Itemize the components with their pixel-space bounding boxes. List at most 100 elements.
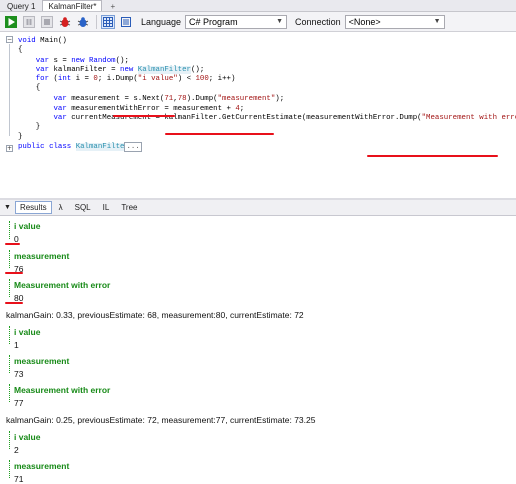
new-tab-button[interactable]: +: [103, 0, 122, 11]
dump-marker: [9, 431, 10, 449]
collapsed-region[interactable]: ...: [124, 142, 142, 152]
dump-value: 77: [14, 398, 24, 408]
code-line: var kalmanFilter = new KalmanFilter();: [18, 66, 204, 75]
collapse-panel-icon[interactable]: ▼: [4, 204, 11, 211]
dump-header[interactable]: i value: [14, 221, 40, 231]
code-token: KalmanFilte: [75, 143, 125, 151]
dump-header[interactable]: i value: [14, 432, 40, 442]
code-token: ();: [115, 57, 129, 65]
code-token: "i value": [137, 75, 178, 83]
dump-header[interactable]: i value: [14, 327, 40, 337]
code-token: public: [18, 143, 45, 151]
toolbar-separator: [96, 14, 97, 29]
toolbar: Language C# Program ▼ Connection <None> …: [0, 12, 516, 32]
dump-marker: [9, 384, 10, 402]
output-text: kalmanGain: 0.33, previousEstimate: 68, …: [6, 310, 304, 320]
code-token: KalmanFilter: [137, 66, 191, 74]
code-token: class: [49, 143, 72, 151]
code-token: s =: [49, 57, 72, 65]
dump-value: 71: [14, 474, 24, 484]
connection-select-value: <None>: [348, 16, 381, 27]
tab-query-1[interactable]: Query 1: [1, 0, 41, 11]
query-tab-strip: Query 1 KalmanFilter* +: [0, 0, 516, 12]
output-text: kalmanGain: 0.25, previousEstimate: 72, …: [6, 415, 316, 425]
debug-settings-button[interactable]: [76, 15, 90, 29]
tab-il[interactable]: IL: [98, 201, 115, 214]
code-token: var: [18, 95, 67, 103]
dump-header[interactable]: Measurement with error: [14, 385, 110, 395]
bug-icon: [59, 16, 71, 27]
code-line: void Main(): [18, 37, 67, 46]
code-token: int: [57, 75, 72, 83]
results-panel: i value 0 measurement 76 Measurement wit…: [0, 216, 516, 484]
cancel-button[interactable]: [40, 15, 54, 29]
tab-kalmanfilter[interactable]: KalmanFilter*: [42, 0, 103, 11]
code-token: "measurement": [217, 95, 276, 103]
tab-sql[interactable]: SQL: [70, 201, 96, 214]
code-token: Main(): [35, 37, 67, 45]
grid-view-icon: [103, 16, 113, 27]
code-token: ).Dump(: [186, 95, 218, 103]
code-token: );: [275, 95, 285, 103]
language-select[interactable]: C# Program ▼: [185, 14, 288, 29]
chevron-down-icon: ▼: [276, 17, 284, 25]
tab-results[interactable]: Results: [14, 201, 52, 214]
code-token: }: [18, 133, 23, 141]
annotation-underline: [367, 155, 498, 157]
code-token: var: [18, 114, 67, 122]
code-token: void: [18, 37, 36, 45]
chevron-down-icon: ▼: [433, 17, 441, 25]
fold-guide: [9, 44, 10, 136]
code-token: ; i.Dump(: [97, 75, 138, 83]
code-token: ) <: [177, 75, 196, 83]
code-line: var s = new Random();: [18, 57, 129, 66]
dump-header[interactable]: measurement: [14, 251, 69, 261]
annotation-underline: [5, 243, 20, 245]
code-token: {: [18, 84, 41, 92]
dump-marker: [9, 355, 10, 373]
code-line: for (int i = 0; i.Dump("i value") < 100;…: [18, 75, 236, 84]
code-line: public class KalmanFilte...: [18, 142, 142, 152]
results-grid-button[interactable]: [101, 14, 115, 29]
run-button[interactable]: [4, 15, 18, 29]
code-token: measurement = s.Next(: [66, 95, 165, 103]
language-select-value: C# Program: [189, 16, 238, 27]
dump-value: 73: [14, 369, 24, 379]
stop-button[interactable]: [22, 15, 36, 29]
dump-header[interactable]: measurement: [14, 461, 69, 471]
code-token: ; i++): [208, 75, 236, 83]
annotation-underline: [5, 302, 23, 304]
debug-button[interactable]: [58, 15, 72, 29]
dump-header[interactable]: Measurement with error: [14, 280, 110, 290]
code-editor[interactable]: − + void Main(){ var s = new Random(); v…: [0, 33, 516, 198]
code-token: for: [18, 75, 50, 83]
code-token: kalmanFilter =: [49, 66, 121, 74]
code-line: }: [18, 123, 40, 132]
fold-collapse-icon[interactable]: −: [6, 36, 13, 43]
code-line: var measurement = s.Next(71,78).Dump("me…: [18, 95, 284, 104]
code-token: 71: [164, 95, 174, 103]
code-line: {: [18, 46, 22, 55]
run-icon: [5, 15, 17, 28]
code-token: (: [49, 75, 58, 83]
fold-expand-icon[interactable]: +: [6, 145, 13, 152]
code-token: var: [18, 57, 50, 65]
connection-select[interactable]: <None> ▼: [344, 14, 445, 29]
annotation-underline: [113, 115, 175, 117]
results-text-button[interactable]: [119, 15, 133, 29]
code-token: measurementWithError = measurement +: [66, 105, 236, 113]
code-token: }: [18, 123, 41, 131]
tab-lambda[interactable]: λ: [54, 201, 68, 214]
tab-tree[interactable]: Tree: [116, 201, 142, 214]
settings-bug-icon: [77, 16, 89, 27]
dump-marker: [9, 221, 10, 239]
code-token: "Measurement with error": [421, 114, 516, 122]
code-line: }: [18, 133, 22, 142]
results-tab-strip: ▼ Results λ SQL IL Tree: [0, 200, 516, 216]
dump-marker: [9, 460, 10, 478]
dump-header[interactable]: measurement: [14, 356, 69, 366]
code-token: 100: [195, 75, 209, 83]
dump-value: 2: [14, 445, 19, 455]
code-token: new: [71, 57, 85, 65]
connection-label: Connection: [295, 16, 341, 27]
